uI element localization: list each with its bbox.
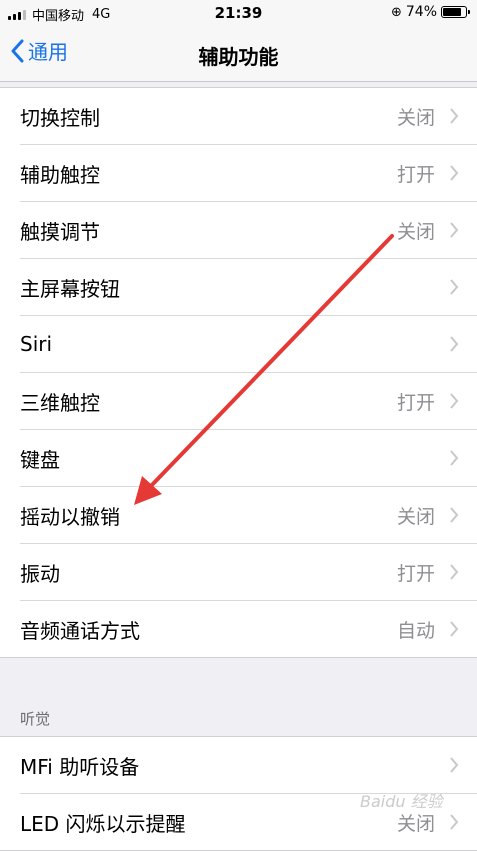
battery-icon <box>441 6 470 18</box>
row-value: 自动 <box>396 619 435 642</box>
row-value: 打开 <box>396 562 435 585</box>
chevron-right-icon <box>449 506 463 524</box>
row-3d-touch[interactable]: 三维触控 打开 <box>20 373 477 430</box>
row-label: 音频通话方式 <box>20 618 140 643</box>
chevron-right-icon <box>449 620 463 638</box>
row-value: 关闭 <box>396 505 435 528</box>
row-mfi-hearing-devices[interactable]: MFi 助听设备 <box>20 737 477 794</box>
row-label: MFi 助听设备 <box>20 754 140 779</box>
rotation-lock-icon: ⊕ <box>390 4 402 20</box>
row-value: 关闭 <box>396 812 435 835</box>
row-label: 触摸调节 <box>20 219 100 244</box>
row-home-button[interactable]: 主屏幕按钮 <box>20 259 477 316</box>
row-assistive-touch[interactable]: 辅助触控 打开 <box>20 145 477 202</box>
row-value: 关闭 <box>396 106 435 129</box>
row-label: LED 闪烁以示提醒 <box>20 811 186 836</box>
chevron-right-icon <box>449 278 463 296</box>
row-label: 键盘 <box>20 447 60 472</box>
row-label: 切换控制 <box>20 105 100 130</box>
row-siri[interactable]: Siri <box>20 316 477 373</box>
chevron-right-icon <box>449 449 463 467</box>
section-header-hearing: 听觉 <box>20 710 51 728</box>
row-label: 摇动以撤销 <box>20 504 120 529</box>
row-label: 三维触控 <box>20 390 100 415</box>
page-title: 辅助功能 <box>198 45 279 69</box>
navigation-bar: 通用 辅助功能 <box>0 28 477 82</box>
chevron-right-icon <box>449 392 463 410</box>
row-touch-accommodations[interactable]: 触摸调节 关闭 <box>20 202 477 259</box>
row-keyboard[interactable]: 键盘 <box>20 430 477 487</box>
accessibility-settings-group: 切换控制 关闭 辅助触控 打开 触摸调节 关闭 主屏幕按钮 Siri 三维触控 … <box>0 87 477 658</box>
chevron-right-icon <box>449 335 463 353</box>
row-label: 主屏幕按钮 <box>20 276 120 301</box>
row-label: 辅助触控 <box>20 162 100 187</box>
chevron-right-icon <box>449 164 463 182</box>
row-value: 打开 <box>396 163 435 186</box>
row-switch-control[interactable]: 切换控制 关闭 <box>20 88 477 145</box>
row-label: Siri <box>20 332 53 356</box>
row-label: 振动 <box>20 561 60 586</box>
chevron-right-icon <box>449 221 463 239</box>
row-value: 打开 <box>396 391 435 414</box>
row-value: 关闭 <box>396 220 435 243</box>
watermark: Baidu 经验 <box>360 792 443 811</box>
chevron-right-icon <box>449 813 463 831</box>
chevron-right-icon <box>449 756 463 774</box>
row-call-audio-routing[interactable]: 音频通话方式 自动 <box>20 601 477 657</box>
row-shake-to-undo[interactable]: 摇动以撤销 关闭 <box>20 487 477 544</box>
row-vibration[interactable]: 振动 打开 <box>20 544 477 601</box>
status-bar: 中国移动 4G 21:39 ⊕ 74% <box>0 0 477 28</box>
battery-percent: 74% <box>405 4 437 20</box>
chevron-right-icon <box>449 563 463 581</box>
status-right: ⊕ 74% <box>390 4 470 20</box>
chevron-right-icon <box>449 107 463 125</box>
